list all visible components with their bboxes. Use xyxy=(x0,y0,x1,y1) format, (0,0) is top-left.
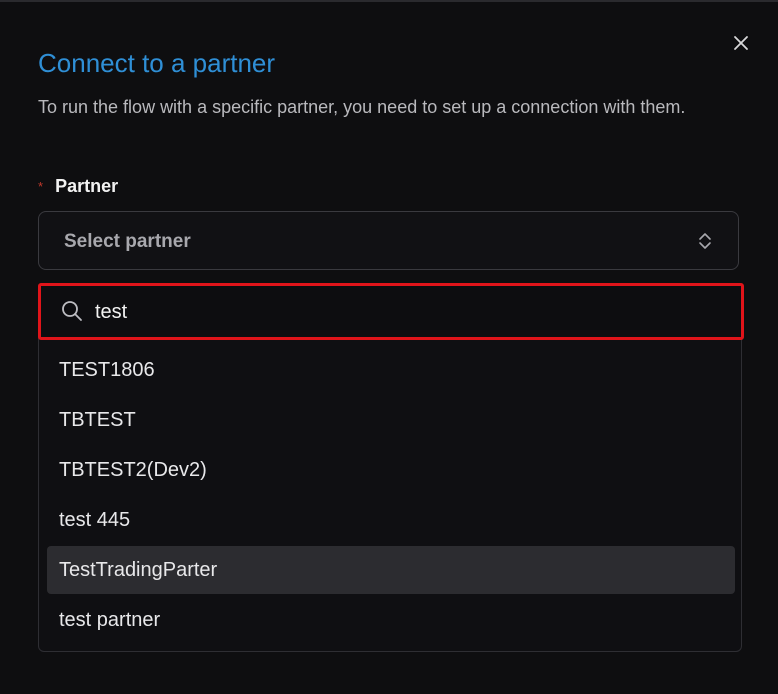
partner-search-input[interactable] xyxy=(95,299,695,325)
partner-select-placeholder: Select partner xyxy=(64,231,191,252)
partner-field-label: * Partner xyxy=(38,176,118,197)
connect-partner-dialog: Connect to a partner To run the flow wit… xyxy=(0,2,778,694)
partner-search-box[interactable] xyxy=(38,283,744,340)
close-button[interactable] xyxy=(730,32,752,54)
partner-option[interactable]: TEST1806 xyxy=(47,346,735,394)
partner-label-text: Partner xyxy=(55,176,119,196)
partner-option[interactable]: TBTEST2(Dev2) xyxy=(47,446,735,494)
partner-option-highlighted[interactable]: TestTradingParter xyxy=(47,546,735,594)
partner-select[interactable]: Select partner xyxy=(38,211,739,270)
chevron-up-down-icon xyxy=(699,233,711,249)
partner-option[interactable]: TBTEST xyxy=(47,396,735,444)
close-icon xyxy=(734,36,748,50)
partner-option[interactable]: test 445 xyxy=(47,496,735,544)
dialog-title: Connect to a partner xyxy=(38,48,276,78)
search-icon xyxy=(62,301,82,321)
partner-option[interactable]: test partner xyxy=(47,596,735,644)
dialog-description: To run the flow with a specific partner,… xyxy=(38,97,686,117)
required-marker: * xyxy=(38,179,44,194)
partner-dropdown: TEST1806 TBTEST TBTEST2(Dev2) test 445 T… xyxy=(38,283,744,652)
